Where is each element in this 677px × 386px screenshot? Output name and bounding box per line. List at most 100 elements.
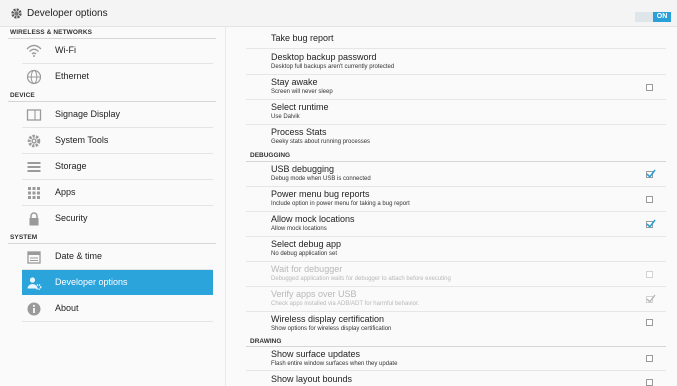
pref-title: Desktop backup password [271, 52, 377, 62]
pref-summary: Check apps installed via ADB/ADT for har… [271, 301, 420, 307]
pref-power-menu-bug-reports[interactable]: Power menu bug reports Include option in… [250, 189, 668, 213]
pref-title: Select debug app [271, 239, 342, 249]
toggle-on-label: ON [653, 12, 671, 22]
allow-mock-locations-checkbox[interactable] [646, 219, 656, 228]
pref-wait-for-debugger: Wait for debugger Debugged application w… [250, 264, 668, 288]
show-surface-updates-checkbox[interactable] [646, 355, 653, 362]
content-section-debugging: DEBUGGING [250, 152, 291, 159]
wifi-icon [26, 44, 42, 57]
pref-select-debug-app[interactable]: Select debug app No debug application se… [250, 239, 668, 263]
sidebar-item-security[interactable]: Security [22, 206, 213, 231]
pref-divider [246, 99, 666, 100]
pref-summary: Screen will never sleep [271, 89, 333, 95]
pref-select-runtime[interactable]: Select runtime Use Dalvik [250, 102, 668, 126]
stay-awake-checkbox[interactable] [646, 84, 653, 91]
wireless-display-certification-checkbox[interactable] [646, 319, 653, 326]
gear-icon [27, 134, 41, 148]
sidebar-section-device: DEVICE [10, 92, 35, 99]
pref-process-stats[interactable]: Process Stats Geeky stats about running … [250, 127, 668, 151]
content-section-divider [246, 161, 666, 162]
pref-title: Wireless display certification [271, 314, 385, 324]
pref-summary: Allow mock locations [271, 226, 327, 232]
ethernet-icon [26, 69, 42, 85]
content-section-drawing: DRAWING [250, 338, 282, 345]
pref-show-layout-bounds[interactable]: Show layout bounds [250, 374, 668, 386]
verify-apps-over-usb-checkbox [646, 294, 656, 303]
sidebar-item-label: Security [55, 213, 88, 223]
pref-divider [246, 124, 666, 125]
sidebar-item-label: Apps [55, 187, 76, 197]
pref-verify-apps-over-usb: Verify apps over USB Check apps installe… [250, 289, 668, 313]
pref-summary: Use Dalvik [271, 114, 300, 120]
pref-divider [246, 286, 666, 287]
pref-title: Process Stats [271, 127, 327, 137]
sidebar-item-divider [22, 321, 213, 322]
checkmark-icon [646, 219, 656, 228]
pref-title: Show layout bounds [271, 374, 353, 384]
sidebar-item-label: Date & time [55, 251, 103, 261]
sidebar-item-wifi[interactable]: Wi-Fi [22, 38, 213, 63]
pref-stay-awake[interactable]: Stay awake Screen will never sleep [250, 77, 668, 101]
pref-usb-debugging[interactable]: USB debugging Debug mode when USB is con… [250, 164, 668, 188]
pref-title: Power menu bug reports [271, 189, 370, 199]
pref-divider [246, 186, 666, 187]
power-menu-bug-reports-checkbox[interactable] [646, 196, 653, 203]
sidebar-item-about[interactable]: About [22, 296, 213, 321]
pref-title: USB debugging [271, 164, 335, 174]
pref-summary: Include option in power menu for taking … [271, 201, 410, 207]
sidebar-item-label: Ethernet [55, 71, 90, 81]
sidebar-section-system: SYSTEM [10, 234, 38, 241]
sidebar-item-label: Developer options [55, 277, 128, 287]
page-title: Developer options [27, 8, 108, 19]
pref-divider [246, 48, 666, 49]
pref-divider [246, 74, 666, 75]
sidebar-item-label: Storage [55, 161, 87, 171]
developer-options-gear-icon [11, 8, 22, 19]
pref-summary: No debug application set [271, 251, 338, 257]
usb-debugging-checkbox[interactable] [646, 169, 656, 178]
pref-summary: Desktop full backups aren't currently pr… [271, 64, 395, 70]
sidebar-section-wireless: WIRELESS & NETWORKS [10, 29, 93, 36]
pref-desktop-backup-password[interactable]: Desktop backup password Desktop full bac… [250, 52, 668, 76]
developer-options-window: Developer options ON WIRELESS & NETWORKS… [0, 0, 677, 386]
pref-summary: Debugged application waits for debugger … [271, 276, 451, 282]
show-layout-bounds-checkbox[interactable] [646, 379, 653, 386]
developer-options-toggle[interactable]: ON [635, 12, 671, 22]
sidebar-item-label: Wi-Fi [55, 45, 76, 55]
title-bar: Developer options ON [0, 0, 677, 27]
calendar-icon [27, 251, 41, 264]
pref-divider [246, 370, 666, 371]
pref-title: Wait for debugger [271, 264, 343, 274]
sidebar-item-label: System Tools [55, 135, 109, 145]
sidebar-item-date-time[interactable]: Date & time [22, 244, 213, 269]
pref-divider [246, 311, 666, 312]
wait-for-debugger-checkbox [646, 271, 653, 278]
developer-icon [27, 277, 42, 290]
sidebar-item-developer-options[interactable]: Developer options [22, 270, 213, 295]
pref-title: Take bug report [271, 33, 334, 43]
pref-wireless-display-certification[interactable]: Wireless display certification Show opti… [250, 314, 668, 338]
pref-allow-mock-locations[interactable]: Allow mock locations Allow mock location… [250, 214, 668, 238]
checkmark-icon [646, 294, 656, 303]
sidebar-item-signage-display[interactable]: Signage Display [22, 102, 213, 127]
sidebar-item-storage[interactable]: Storage [22, 154, 213, 179]
pref-title: Select runtime [271, 102, 329, 112]
content-section-divider [246, 346, 666, 347]
checkmark-icon [646, 169, 656, 178]
pref-title: Show surface updates [271, 349, 361, 359]
sidebar-item-ethernet[interactable]: Ethernet [22, 64, 213, 89]
pref-summary: Flash entire window surfaces when they u… [271, 361, 398, 367]
pref-summary: Debug mode when USB is connected [271, 176, 371, 182]
storage-icon [27, 162, 41, 172]
sidebar-item-system-tools[interactable]: System Tools [22, 128, 213, 153]
sidebar-item-apps[interactable]: Apps [22, 180, 213, 205]
pref-summary: Geeky stats about running processes [271, 139, 371, 145]
sidebar-item-label: About [55, 303, 79, 313]
pref-divider [246, 236, 666, 237]
display-icon [26, 109, 42, 121]
pref-divider [246, 211, 666, 212]
pref-summary: Show options for wireless display certif… [271, 326, 392, 332]
info-icon [27, 302, 41, 316]
pref-title: Verify apps over USB [271, 289, 357, 299]
lock-icon [29, 212, 39, 226]
